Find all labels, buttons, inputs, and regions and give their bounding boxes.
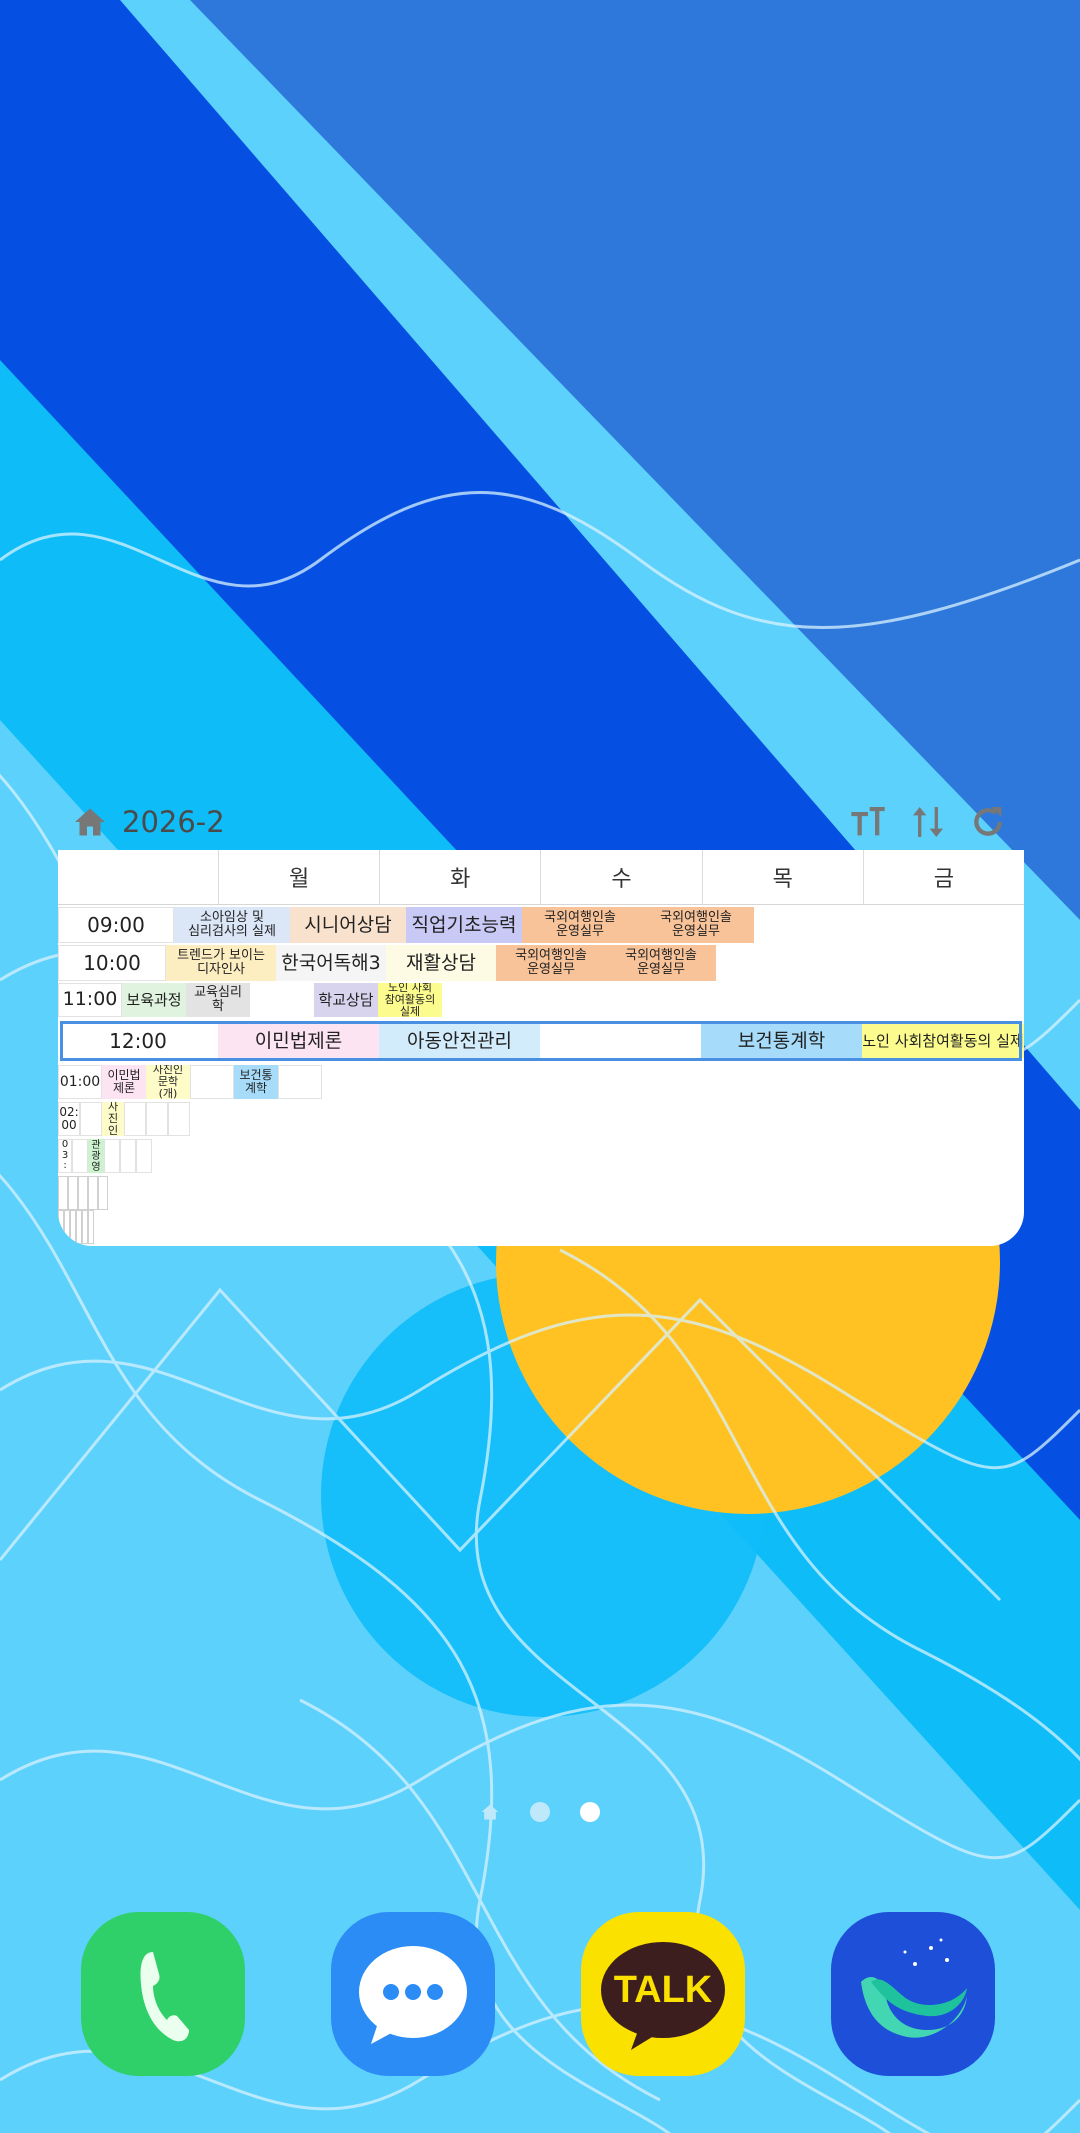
class-cell[interactable]: 국외여행인솔 운영실무 (522, 907, 638, 943)
compressed-cell (98, 1176, 108, 1210)
class-cell[interactable]: 노인 사회 참여활동의 실제 (378, 983, 442, 1017)
refresh-icon[interactable] (968, 802, 1008, 842)
class-cell[interactable] (120, 1139, 136, 1173)
timetable-row: 10:00 트렌드가 보이는 디자인사 한국어독해3 재활상담 국외여행인솔 운… (58, 945, 1024, 981)
compressed-cell (78, 1176, 88, 1210)
class-cell[interactable] (124, 1102, 146, 1136)
class-cell[interactable]: 한국어독해3 (276, 945, 386, 981)
sort-arrows-icon[interactable] (908, 802, 948, 842)
class-cell[interactable] (104, 1139, 120, 1173)
class-cell[interactable]: 학교상담 (314, 983, 378, 1017)
day-mon: 월 (219, 850, 381, 904)
class-cell[interactable]: 시니어상담 (290, 907, 406, 943)
text-size-icon[interactable] (848, 802, 888, 842)
class-cell[interactable] (168, 1102, 190, 1136)
home-page-indicator-icon[interactable] (480, 1802, 500, 1822)
class-cell[interactable]: 트렌드가 보이는 디자인사 (166, 945, 276, 981)
class-cell[interactable]: 이민법 제론 (102, 1065, 146, 1099)
class-cell[interactable] (278, 1065, 322, 1099)
time-label: 10:00 (58, 945, 166, 981)
day-header-row: 월 화 수 목 금 (58, 850, 1024, 905)
time-label: 11:00 (58, 983, 122, 1017)
class-cell[interactable] (136, 1139, 152, 1173)
class-cell[interactable] (80, 1102, 102, 1136)
time-label: 01:00 (58, 1065, 102, 1099)
day-wed: 수 (541, 850, 703, 904)
class-cell[interactable]: 국외여행인솔 운영실무 (638, 907, 754, 943)
class-cell[interactable]: 관 광 영 (88, 1139, 104, 1173)
timetable-widget[interactable]: 월 화 수 목 금 09:00 소아임상 및 심리검사의 실제 시니어상담 직업… (58, 850, 1024, 1246)
timetable-row: 01:00 이민법 제론 사진인 문학 (개) 보건통 계학 (58, 1065, 1024, 1099)
class-cell[interactable]: 보건통 계학 (234, 1065, 278, 1099)
current-period-highlight (60, 1021, 1022, 1061)
page-indicator (0, 1800, 1080, 1824)
timetable-row: 09:00 소아임상 및 심리검사의 실제 시니어상담 직업기초능력 국외여행인… (58, 907, 1024, 943)
class-cell[interactable]: 재활상담 (386, 945, 496, 981)
phone-app-icon[interactable] (81, 1912, 245, 2076)
class-cell[interactable] (72, 1139, 88, 1173)
class-cell[interactable]: 교육심리 학 (186, 983, 250, 1017)
class-cell[interactable]: 사 진 인 (102, 1102, 124, 1136)
messages-app-icon[interactable] (331, 1912, 495, 2076)
semester-label[interactable]: 2026-2 (122, 804, 225, 840)
widget-toolbar (848, 802, 1008, 842)
time-label: 0 3 : (58, 1139, 72, 1173)
timetable-row: 0 3 : 관 광 영 (58, 1139, 1024, 1173)
compressed-cell (68, 1176, 78, 1210)
compressed-cell (88, 1210, 94, 1244)
page-dot-active[interactable] (580, 1802, 600, 1822)
class-cell[interactable]: 보육과정 (122, 983, 186, 1017)
class-cell[interactable]: 직업기초능력 (406, 907, 522, 943)
timetable-row: 02: 00 사 진 인 (58, 1102, 1024, 1136)
header-corner (58, 850, 219, 904)
day-thu: 목 (703, 850, 864, 904)
class-cell[interactable]: 국외여행인솔 운영실무 (496, 945, 606, 981)
day-fri: 금 (933, 867, 955, 892)
compressed-cell (88, 1176, 98, 1210)
home-icon[interactable] (72, 804, 108, 840)
kakaotalk-app-icon[interactable]: TALK (581, 1912, 745, 2076)
class-cell[interactable] (250, 983, 314, 1017)
class-cell[interactable]: 소아임상 및 심리검사의 실제 (174, 907, 290, 943)
page-dot[interactable] (530, 1802, 550, 1822)
compressed-cell (58, 1176, 68, 1210)
timetable-row: 11:00 보육과정 교육심리 학 학교상담 노인 사회 참여활동의 실제 (58, 983, 1024, 1017)
time-label: 09:00 (58, 907, 174, 943)
kakaotalk-label: TALK (614, 1969, 713, 2011)
class-cell[interactable] (190, 1065, 234, 1099)
class-cell[interactable]: 사진인 문학 (개) (146, 1065, 190, 1099)
class-cell[interactable]: 국외여행인솔 운영실무 (606, 945, 716, 981)
widget-header: 2026-2 (58, 800, 1008, 846)
time-label: 02: 00 (58, 1102, 80, 1136)
class-cell[interactable] (146, 1102, 168, 1136)
day-tue: 화 (380, 850, 542, 904)
naver-whale-app-icon[interactable] (831, 1912, 995, 2076)
